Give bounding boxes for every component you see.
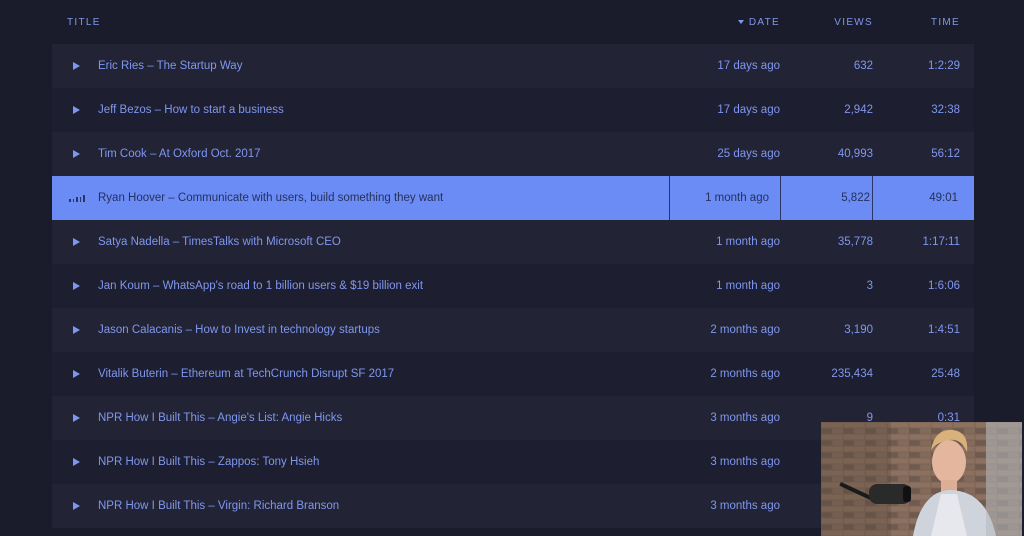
cell-date: 2 months ago <box>680 352 780 396</box>
date-value: 17 days ago <box>717 104 780 116</box>
cell-views: 235,434 <box>831 368 873 380</box>
cell-views: 35,778 <box>837 236 873 248</box>
cell-date: 2 months ago <box>680 308 780 352</box>
table-row[interactable]: Ryan Hoover – Communicate with users, bu… <box>52 176 974 220</box>
date-value: 3 months ago <box>710 412 780 424</box>
date-value: 3 months ago <box>710 500 780 512</box>
cell-date: 17 days ago <box>680 44 780 88</box>
cell-date: 25 days ago <box>680 132 780 176</box>
cell-time: 1:17:11 <box>922 236 960 248</box>
date-value: 2 months ago <box>710 368 780 380</box>
video-title[interactable]: Vitalik Buterin – Ethereum at TechCrunch… <box>98 368 394 380</box>
cell-title: NPR How I Built This – Zappos: Tony Hsie… <box>52 440 680 484</box>
cell-views: 3,190 <box>844 324 873 336</box>
cell-date: 17 days ago <box>680 88 780 132</box>
table-row[interactable]: Satya Nadella – TimesTalks with Microsof… <box>52 220 974 264</box>
cell-title: Vitalik Buterin – Ethereum at TechCrunch… <box>52 352 680 396</box>
column-header-views[interactable]: VIEWS <box>780 17 875 28</box>
video-title[interactable]: NPR How I Built This – Zappos: Tony Hsie… <box>98 456 319 468</box>
video-title[interactable]: Ryan Hoover – Communicate with users, bu… <box>98 192 443 204</box>
cell-date: 1 month ago <box>680 264 780 308</box>
video-preview-thumbnail[interactable] <box>821 422 1022 536</box>
cell-title: Tim Cook – At Oxford Oct. 2017 <box>52 132 680 176</box>
cell-date: 1 month ago <box>680 220 780 264</box>
equalizer-bar <box>69 199 71 202</box>
equalizer-icon[interactable] <box>52 194 98 202</box>
play-icon[interactable] <box>52 502 98 510</box>
date-value: 17 days ago <box>717 60 780 72</box>
column-header-title[interactable]: TITLE <box>52 17 680 28</box>
table-row[interactable]: Jan Koum – WhatsApp's road to 1 billion … <box>52 264 974 308</box>
date-value: 1 month ago <box>705 192 769 204</box>
video-title[interactable]: Jason Calacanis – How to Invest in techn… <box>98 324 380 336</box>
cell-time: 1:6:06 <box>928 280 960 292</box>
date-value: 1 month ago <box>716 236 780 248</box>
column-header-date-label: DATE <box>748 16 780 28</box>
cell-title: NPR How I Built This – Virgin: Richard B… <box>52 484 680 528</box>
date-value: 1 month ago <box>716 280 780 292</box>
cell-date: 3 months ago <box>680 484 780 528</box>
date-value: 2 months ago <box>710 324 780 336</box>
cell-views: 40,993 <box>837 148 873 160</box>
cell-title: Jan Koum – WhatsApp's road to 1 billion … <box>52 264 680 308</box>
equalizer-bar <box>76 197 78 202</box>
table-row[interactable]: Tim Cook – At Oxford Oct. 2017 25 days ag… <box>52 132 974 176</box>
cell-title: NPR How I Built This – Angie's List: Ang… <box>52 396 680 440</box>
date-value: 25 days ago <box>717 148 780 160</box>
column-header-date[interactable]: DATE <box>680 17 780 28</box>
table-row[interactable]: Eric Ries – The Startup Way 17 days ago 63… <box>52 44 974 88</box>
play-icon[interactable] <box>52 414 98 422</box>
cell-title: Jason Calacanis – How to Invest in techn… <box>52 308 680 352</box>
play-icon[interactable] <box>52 238 98 246</box>
cell-time: 1:2:29 <box>928 60 960 72</box>
video-title[interactable]: Jan Koum – WhatsApp's road to 1 billion … <box>98 280 423 292</box>
table-row[interactable]: Vitalik Buterin – Ethereum at TechCrunch… <box>52 352 974 396</box>
play-icon[interactable] <box>52 106 98 114</box>
cell-views: 2,942 <box>844 104 873 116</box>
cell-time: 56:12 <box>931 148 960 160</box>
play-icon[interactable] <box>52 370 98 378</box>
cell-title: Eric Ries – The Startup Way <box>52 44 680 88</box>
table-row[interactable]: Jason Calacanis – How to Invest in techn… <box>52 308 974 352</box>
video-title[interactable]: Satya Nadella – TimesTalks with Microsof… <box>98 236 341 248</box>
video-title[interactable]: Eric Ries – The Startup Way <box>98 60 242 72</box>
cell-views: 3 <box>866 280 873 292</box>
table-header: TITLE DATE VIEWS TIME <box>52 0 974 44</box>
video-title[interactable]: Jeff Bezos – How to start a business <box>98 104 284 116</box>
cell-title: Jeff Bezos – How to start a business <box>52 88 680 132</box>
video-title[interactable]: NPR How I Built This – Angie's List: Ang… <box>98 412 342 424</box>
equalizer-bar <box>79 197 82 202</box>
video-title[interactable]: NPR How I Built This – Virgin: Richard B… <box>98 500 339 512</box>
cell-time: 32:38 <box>931 104 960 116</box>
cell-title: Ryan Hoover – Communicate with users, bu… <box>52 176 680 220</box>
table-row[interactable]: Jeff Bezos – How to start a business 17 d… <box>52 88 974 132</box>
sort-descending-icon <box>737 19 744 24</box>
play-icon[interactable] <box>52 282 98 290</box>
cell-date: 1 month ago <box>669 176 780 220</box>
play-icon[interactable] <box>52 326 98 334</box>
video-title[interactable]: Tim Cook – At Oxford Oct. 2017 <box>98 148 261 160</box>
cell-date: 3 months ago <box>680 396 780 440</box>
cell-title: Satya Nadella – TimesTalks with Microsof… <box>52 220 680 264</box>
play-icon[interactable] <box>52 458 98 466</box>
cell-views: 5,822 <box>780 176 873 220</box>
column-header-time[interactable]: TIME <box>875 17 972 28</box>
equalizer-bar <box>83 195 85 202</box>
play-icon[interactable] <box>52 62 98 70</box>
equalizer-bar <box>72 199 75 202</box>
play-icon[interactable] <box>52 150 98 158</box>
cell-time: 25:48 <box>931 368 960 380</box>
cell-time: 1:4:51 <box>928 324 960 336</box>
date-value: 3 months ago <box>710 456 780 468</box>
cell-time: 49:01 <box>929 192 958 204</box>
cell-date: 3 months ago <box>680 440 780 484</box>
cell-views: 632 <box>853 60 873 72</box>
